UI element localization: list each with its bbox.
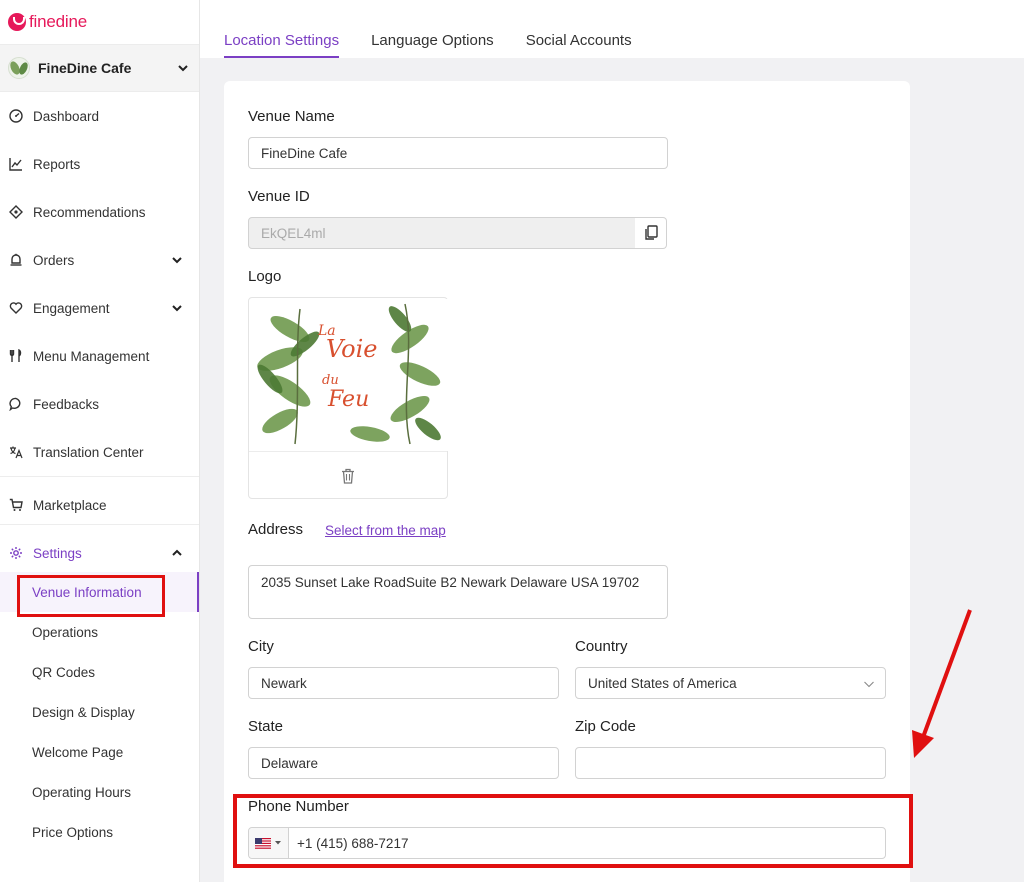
venue-id-input: EkQEL4ml <box>248 217 636 249</box>
venue-switcher-name: FineDine Cafe <box>38 60 132 76</box>
chevron-down-icon <box>864 681 874 688</box>
sidebar-item-orders[interactable]: Orders <box>0 236 199 284</box>
settings-submenu: Venue Information Operations QR Codes De… <box>0 572 199 852</box>
country-label: Country <box>575 638 628 655</box>
finedine-logo-icon <box>8 13 26 31</box>
venue-switcher[interactable]: FineDine Cafe <box>0 44 199 92</box>
logo-actions <box>249 451 447 499</box>
sidebar-item-dashboard[interactable]: Dashboard <box>0 92 199 140</box>
address-label: Address <box>248 521 304 538</box>
sidebar-item-translation-center[interactable]: Translation Center <box>0 428 199 476</box>
sidebar-item-engagement[interactable]: Engagement <box>0 284 199 332</box>
sidebar-subitem-qr-codes[interactable]: QR Codes <box>0 652 199 692</box>
country-select-value: United States of America <box>588 675 737 691</box>
state-label: State <box>248 718 284 735</box>
logo-upload[interactable]: La Voie du Feu <box>248 297 448 499</box>
brand-name: finedine <box>29 12 87 31</box>
logo-text-du: du <box>322 373 339 388</box>
venue-avatar <box>8 57 30 79</box>
sidebar-item-settings[interactable]: Settings <box>0 534 199 572</box>
brand-logo[interactable]: finedine <box>0 0 199 44</box>
city-label: City <box>248 638 274 655</box>
venue-id-label: Venue ID <box>248 188 310 205</box>
sidebar-item-label: Reports <box>33 156 81 172</box>
gear-icon <box>8 545 24 561</box>
fork-knife-icon <box>8 348 24 364</box>
logo-text-voie: Voie <box>326 335 378 363</box>
phone-number-label: Phone Number <box>248 798 349 815</box>
venue-name-label: Venue Name <box>248 108 335 125</box>
caret-down-icon <box>275 841 281 845</box>
sidebar-item-label: Recommendations <box>33 204 146 220</box>
copy-icon <box>644 225 658 240</box>
sidebar-subitem-operations[interactable]: Operations <box>0 612 199 652</box>
venue-form-card: Venue Name FineDine Cafe Venue ID EkQEL4… <box>224 81 910 882</box>
sidebar-subitem-design-display[interactable]: Design & Display <box>0 692 199 732</box>
sidebar-item-label: Dashboard <box>33 108 100 124</box>
tab-location-settings[interactable]: Location Settings <box>224 32 340 58</box>
logo-label: Logo <box>248 268 282 285</box>
sidebar-item-label: Menu Management <box>33 348 150 364</box>
chevron-down-icon <box>178 65 188 72</box>
tab-language-options[interactable]: Language Options <box>371 32 494 58</box>
chevron-up-icon <box>172 549 182 556</box>
venue-name-input[interactable]: FineDine Cafe <box>248 137 668 169</box>
sidebar-item-recommendations[interactable]: Recommendations <box>0 188 199 236</box>
select-from-map-link[interactable]: Select from the map <box>325 523 446 538</box>
chat-icon <box>8 396 24 412</box>
sidebar-item-label: Engagement <box>33 300 110 316</box>
sidebar-item-label: Feedbacks <box>33 396 100 412</box>
zip-code-input[interactable] <box>575 747 886 779</box>
sidebar-item-feedbacks[interactable]: Feedbacks <box>0 380 199 428</box>
sidebar-subitem-price-options[interactable]: Price Options <box>0 812 199 852</box>
heart-icon <box>8 300 24 316</box>
sidebar-item-reports[interactable]: Reports <box>0 140 199 188</box>
chart-line-icon <box>8 156 24 172</box>
tab-social-accounts[interactable]: Social Accounts <box>526 32 632 58</box>
state-input[interactable]: Delaware <box>248 747 559 779</box>
logo-text-feu: Feu <box>328 387 370 412</box>
country-code-selector[interactable] <box>249 828 289 858</box>
sidebar-divider <box>0 524 199 534</box>
sidebar-subitem-welcome-page[interactable]: Welcome Page <box>0 732 199 772</box>
phone-number-input[interactable]: +1 (415) 688-7217 <box>248 827 886 859</box>
us-flag-icon <box>255 837 271 849</box>
sidebar-item-label: Translation Center <box>33 444 144 460</box>
cart-icon <box>8 497 24 513</box>
sidebar-divider <box>0 476 199 486</box>
sidebar-item-label: Orders <box>33 252 75 268</box>
logo-image: La Voie du Feu <box>250 299 448 451</box>
sidebar-nav: Dashboard Reports Recommendations Orders… <box>0 92 199 572</box>
address-textarea[interactable]: 2035 Sunset Lake RoadSuite B2 Newark Del… <box>248 565 668 619</box>
trash-icon[interactable] <box>341 468 355 484</box>
main-content: Location Settings Language Options Socia… <box>200 0 1024 882</box>
sidebar-item-marketplace[interactable]: Marketplace <box>0 486 199 524</box>
sidebar-item-label: Marketplace <box>33 497 107 513</box>
settings-tabs: Location Settings Language Options Socia… <box>200 0 1024 58</box>
sidebar-subitem-venue-information[interactable]: Venue Information <box>0 572 199 612</box>
copy-venue-id-button[interactable] <box>635 217 667 249</box>
country-select[interactable]: United States of America <box>575 667 886 699</box>
bell-icon <box>8 252 24 268</box>
sidebar-item-label: Settings <box>33 545 82 561</box>
chevron-down-icon <box>172 257 182 264</box>
sidebar: finedine FineDine Cafe Dashboard Reports… <box>0 0 200 882</box>
sidebar-item-menu-management[interactable]: Menu Management <box>0 332 199 380</box>
phone-number-value: +1 (415) 688-7217 <box>297 835 409 851</box>
dashboard-icon <box>8 108 24 124</box>
sidebar-subitem-operating-hours[interactable]: Operating Hours <box>0 772 199 812</box>
recommendations-icon <box>8 204 24 220</box>
city-input[interactable]: Newark <box>248 667 559 699</box>
translate-icon <box>8 444 24 460</box>
zip-code-label: Zip Code <box>575 718 636 735</box>
chevron-down-icon <box>172 305 182 312</box>
